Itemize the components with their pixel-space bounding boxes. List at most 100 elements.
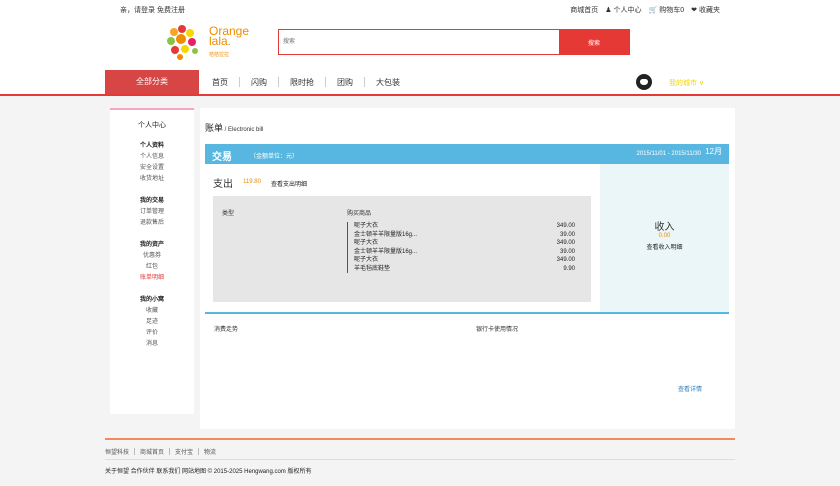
spend-amount: 119.80	[243, 179, 261, 185]
sidebar-item-red-packets[interactable]: 红包	[110, 262, 194, 273]
nav-divider	[239, 77, 240, 87]
header: Orange lala. 桔桔拉拉 搜索	[0, 19, 840, 70]
footer-rule	[105, 459, 735, 460]
footer-divider	[105, 438, 735, 440]
goods-name: 呢子大衣	[354, 257, 379, 263]
top-link-cart[interactable]: 🛒 购物车0	[649, 5, 685, 15]
sidebar-group-profile: 个人资料 个人信息 安全设置 收货地址	[110, 141, 194, 185]
all-categories-button[interactable]: 全部分类	[105, 70, 199, 94]
section-divider	[205, 312, 729, 314]
income-label: 收入	[654, 222, 675, 233]
page-title: 账单	[205, 123, 224, 133]
consumption-trend-label: 消费走势	[214, 327, 239, 333]
list-item: 呢子大衣 349.00	[354, 239, 575, 248]
top-bar: 亲，请登录 免费注册 商城首页 ♟ 个人中心 🛒 购物车0 ❤ 收藏夹	[0, 0, 840, 19]
footer-link-alipay[interactable]: 支付宝	[175, 447, 193, 456]
trade-unit: （金额单位：元）	[250, 154, 299, 160]
income-detail-link[interactable]: 查看收入明细	[600, 242, 729, 251]
sidebar-item-refunds[interactable]: 退款售后	[110, 218, 194, 229]
sidebar-item-bill-details[interactable]: 账单明细	[110, 273, 194, 284]
sidebar-item-messages[interactable]: 消息	[110, 339, 194, 350]
spend-table: 类型 购买商品 呢子大衣 349.00 金士顿羊羊限量版16g... 39.00 呢…	[213, 196, 591, 302]
avatar[interactable]	[636, 74, 652, 90]
main-nav: 全部分类 首页 闪购 限时抢 团购 大包装 我的城市 ∨	[0, 70, 840, 96]
spend-section: 支出 119.80 查看支出明细 类型 购买商品 呢子大衣 349.00 金士顿羊…	[205, 164, 597, 314]
top-links: 商城首页 ♟ 个人中心 🛒 购物车0 ❤ 收藏夹	[570, 5, 720, 15]
sidebar-item-personal-info[interactable]: 个人信息	[110, 152, 194, 163]
column-header-type: 类型	[222, 211, 235, 217]
top-link-personal-label: 个人中心	[613, 7, 642, 14]
list-item: 金士顿羊羊限量版16g... 39.00	[354, 248, 575, 257]
sidebar-item-footprints[interactable]: 足迹	[110, 317, 194, 328]
goods-price: 349.00	[556, 223, 575, 229]
goods-name: 呢子大衣	[354, 223, 379, 229]
view-details-link[interactable]: 查看详情	[678, 384, 702, 393]
nav-item-limited[interactable]: 限时抢	[290, 77, 314, 88]
nav-item-bulk[interactable]: 大包装	[376, 77, 400, 88]
nav-divider	[364, 77, 365, 87]
my-city-dropdown[interactable]: 我的城市 ∨	[669, 78, 704, 88]
goods-price: 349.00	[556, 257, 575, 263]
nav-item-home[interactable]: 首页	[212, 77, 228, 88]
login-register-link[interactable]: 亲，请登录 免费注册	[120, 5, 185, 15]
nav-divider	[325, 77, 326, 87]
list-item: 呢子大衣 349.00	[354, 222, 575, 231]
footer-link-logistics[interactable]: 物流	[204, 447, 216, 456]
footer-divider-bar	[169, 448, 171, 455]
page-subtitle: / Electronic bill	[223, 127, 264, 133]
footer-divider-bar	[198, 448, 200, 455]
footer-links: 恒望科技 商城首页 支付宝 物流	[105, 447, 216, 456]
cart-icon: 🛒	[648, 7, 658, 14]
top-link-home-label: 商城首页	[570, 7, 599, 14]
sidebar-item-reviews[interactable]: 评价	[110, 328, 194, 339]
logo-subtitle: 桔桔拉拉	[209, 52, 230, 58]
logo-text: Orange lala.	[209, 25, 249, 47]
spend-label: 支出	[213, 179, 233, 190]
goods-name: 呢子大衣	[354, 240, 379, 246]
top-link-favorites[interactable]: ❤ 收藏夹	[691, 5, 720, 15]
goods-name: 羊毛毡底鞋垫	[354, 265, 391, 272]
sidebar-heading: 我的资产	[139, 242, 164, 248]
list-item: 金士顿羊羊限量版16g... 39.00	[354, 231, 575, 240]
goods-name: 金士顿羊羊限量版16g...	[354, 248, 418, 255]
goods-list: 呢子大衣 349.00 金士顿羊羊限量版16g... 39.00 呢子大衣 349.0…	[347, 222, 575, 273]
month-selector[interactable]: 12月	[705, 146, 722, 157]
goods-price: 39.00	[559, 248, 575, 255]
sidebar-heading: 我的小窝	[139, 297, 164, 303]
footer-link-home[interactable]: 商城首页	[140, 447, 164, 456]
sidebar-group-trade: 我的交易 订单管理 退款售后	[110, 196, 194, 229]
heart-icon: ❤	[691, 7, 697, 14]
search-bar: 搜索	[278, 29, 630, 55]
income-amount: 0.00	[658, 233, 671, 239]
footer-link-company[interactable]: 恒望科技	[105, 447, 129, 456]
copyright: 关于恒望 合作伙伴 联系我们 网站地图 © 2015-2025 Hengwang…	[105, 469, 312, 475]
sidebar-title[interactable]: 个人中心	[110, 120, 194, 130]
search-input[interactable]	[281, 32, 557, 52]
main-panel: 账单 / Electronic bill 交易 （金额单位：元） 2015/11…	[200, 108, 735, 429]
sidebar-group-assets: 我的资产 优惠券 红包 账单明细	[110, 240, 194, 284]
nav-item-flash[interactable]: 闪购	[251, 77, 267, 88]
spend-detail-link[interactable]: 查看支出明细	[271, 179, 307, 188]
goods-price: 9.90	[563, 265, 575, 272]
sidebar-heading: 个人资料	[139, 143, 164, 149]
top-link-home[interactable]: 商城首页	[570, 5, 598, 15]
sidebar-item-security[interactable]: 安全设置	[110, 163, 194, 174]
list-item: 呢子大衣 349.00	[354, 256, 575, 265]
sidebar-item-coupons[interactable]: 优惠券	[110, 251, 194, 262]
nav-item-group[interactable]: 团购	[337, 77, 353, 88]
sidebar-item-favorites[interactable]: 收藏	[110, 306, 194, 317]
footer-divider-bar	[134, 448, 136, 455]
sidebar-item-orders[interactable]: 订单管理	[110, 207, 194, 218]
top-link-personal[interactable]: ♟ 个人中心	[605, 5, 641, 15]
sidebar-group-nest: 我的小窝 收藏 足迹 评价 消息	[110, 295, 194, 350]
goods-name: 金士顿羊羊限量版16g...	[354, 231, 418, 238]
list-item: 羊毛毡底鞋垫 9.90	[354, 265, 575, 274]
brand-logo[interactable]	[162, 24, 208, 64]
bank-card-usage-label: 银行卡使用情况	[476, 327, 519, 333]
nav-divider	[278, 77, 279, 87]
sidebar: 个人中心 个人资料 个人信息 安全设置 收货地址 我的交易 订单管理 退款售后 …	[110, 108, 194, 414]
sidebar-item-address[interactable]: 收货地址	[110, 174, 194, 185]
search-button[interactable]: 搜索	[559, 30, 629, 54]
date-range: 2015/11/01 - 2015/11/30	[636, 151, 702, 157]
trade-header: 交易 （金额单位：元） 2015/11/01 - 2015/11/30 12月	[205, 144, 729, 164]
